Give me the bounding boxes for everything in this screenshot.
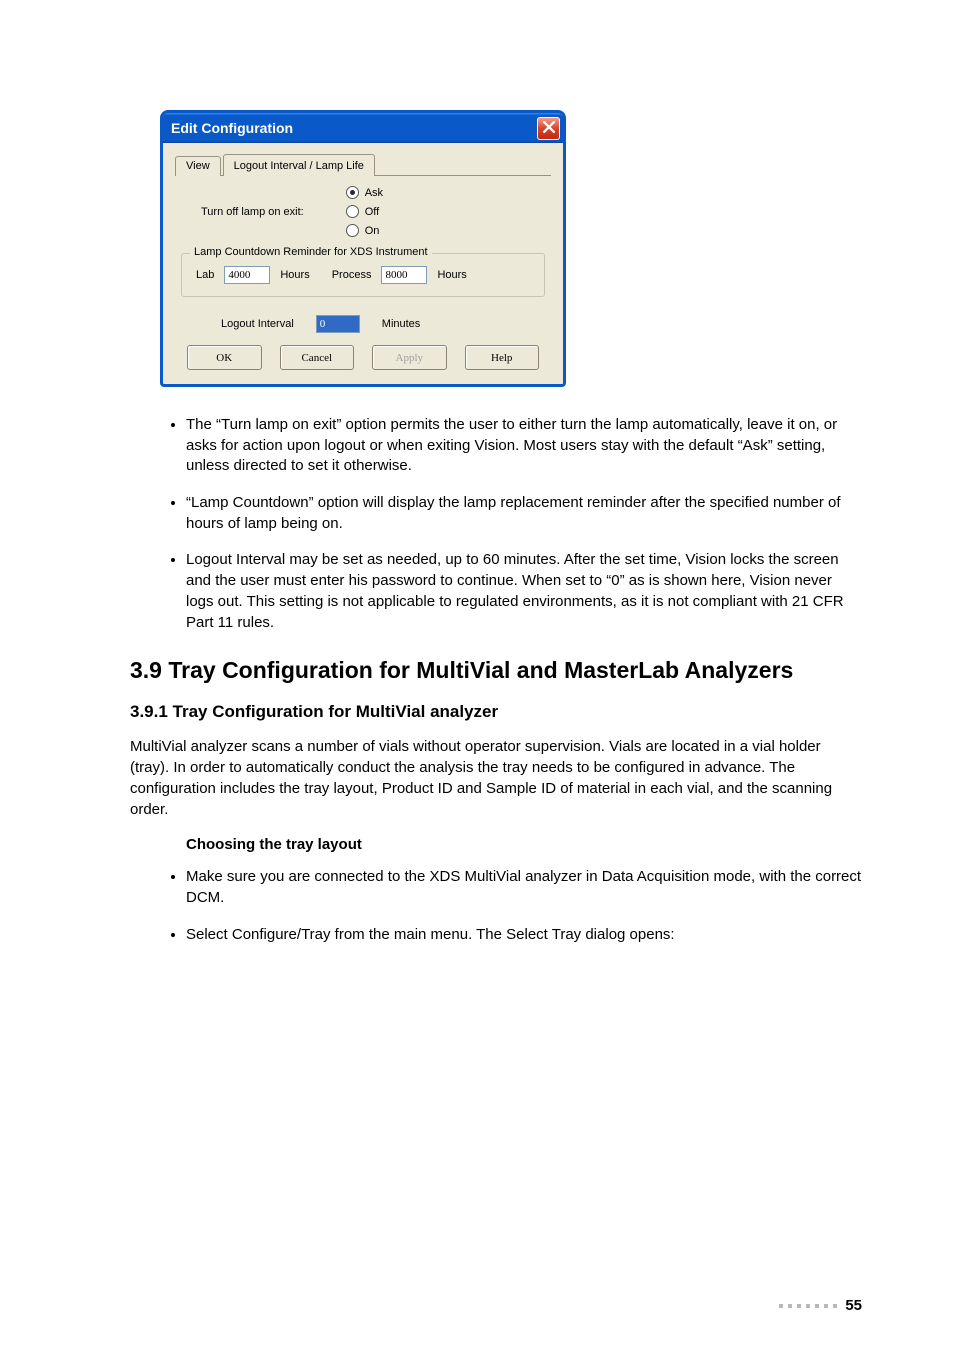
page-number: 55 (845, 1297, 862, 1314)
apply-button: Apply (372, 345, 447, 370)
bullet-configure-tray: Select Configure/Tray from the main menu… (186, 925, 862, 946)
tab-strip: View Logout Interval / Lamp Life (175, 153, 551, 176)
radio-on-label: On (365, 225, 380, 237)
lamp-label: Turn off lamp on exit: (201, 186, 304, 218)
fieldset-legend: Lamp Countdown Reminder for XDS Instrume… (190, 246, 432, 258)
lab-label: Lab (196, 269, 214, 281)
process-label: Process (332, 269, 372, 281)
ok-button[interactable]: OK (187, 345, 262, 370)
minutes-label: Minutes (382, 318, 421, 330)
radio-on[interactable] (346, 224, 359, 237)
runin-choosing-tray: Choosing the tray layout (186, 836, 862, 853)
bullet-connect-xds: Make sure you are connected to the XDS M… (186, 867, 862, 908)
bullet-logout-interval: Logout Interval may be set as needed, up… (186, 550, 862, 633)
process-hours: Hours (437, 269, 466, 281)
bullet-lamp-countdown: “Lamp Countdown” option will display the… (186, 493, 862, 534)
radio-off-label: Off (365, 206, 379, 218)
window-title: Edit Configuration (171, 120, 293, 136)
tab-view[interactable]: View (175, 156, 221, 176)
logout-label: Logout Interval (221, 318, 294, 330)
bullet-list-2: Make sure you are connected to the XDS M… (130, 867, 862, 945)
close-button[interactable] (537, 117, 560, 140)
logout-input[interactable] (316, 315, 360, 333)
help-button[interactable]: Help (465, 345, 540, 370)
cancel-button[interactable]: Cancel (280, 345, 355, 370)
dialog-edit-configuration: Edit Configuration View Logout Interval … (160, 110, 862, 387)
heading-3-9-1: 3.9.1 Tray Configuration for MultiVial a… (130, 702, 862, 722)
heading-3-9: 3.9 Tray Configuration for MultiVial and… (130, 657, 862, 684)
footer-dots-icon (779, 1304, 837, 1308)
bullet-lamp-exit: The “Turn lamp on exit” option permits t… (186, 415, 862, 477)
radio-ask[interactable] (346, 186, 359, 199)
lab-input[interactable] (224, 266, 270, 284)
page-footer: 55 (779, 1297, 862, 1314)
tab-logout-lamp[interactable]: Logout Interval / Lamp Life (223, 154, 375, 176)
paragraph-multivial: MultiVial analyzer scans a number of via… (130, 736, 862, 820)
bullet-list-1: The “Turn lamp on exit” option permits t… (130, 415, 862, 633)
process-input[interactable] (381, 266, 427, 284)
radio-off[interactable] (346, 205, 359, 218)
radio-ask-label: Ask (365, 187, 383, 199)
fieldset-lamp-countdown: Lamp Countdown Reminder for XDS Instrume… (181, 253, 545, 297)
close-icon (543, 120, 555, 136)
lab-hours: Hours (280, 269, 309, 281)
titlebar[interactable]: Edit Configuration (163, 113, 563, 143)
